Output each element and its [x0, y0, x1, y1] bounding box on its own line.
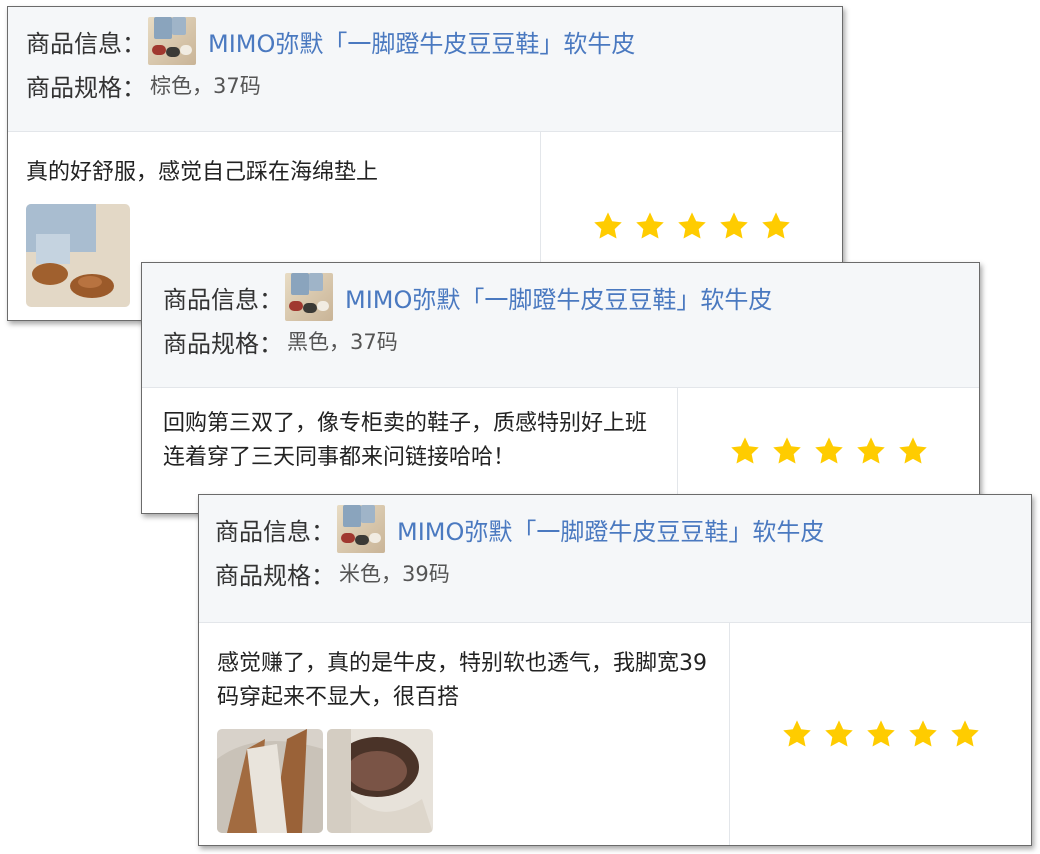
beige-shoe-back-photo[interactable] — [327, 729, 433, 833]
star-icon — [824, 720, 853, 747]
review-text: 感觉赚了，真的是牛皮，特别软也透气，我脚宽39码穿起来不显大，很百搭 — [217, 651, 707, 710]
star-icon — [856, 436, 885, 464]
product-info-label: 商品信息： — [215, 517, 335, 546]
product-title-link[interactable]: MIMO弥默「一脚蹬牛皮豆豆鞋」软牛皮 — [208, 24, 635, 59]
star-icon — [772, 436, 801, 464]
review-text: 回购第三双了，像专柜卖的鞋子，质感特别好上班连着穿了三天同事都来问链接哈哈！ — [163, 411, 648, 470]
review-content: 感觉赚了，真的是牛皮，特别软也透气，我脚宽39码穿起来不显大，很百搭 — [199, 623, 730, 845]
star-icon — [730, 436, 759, 464]
review-card-2: 商品信息： MIMO弥默「一脚蹬牛皮豆豆鞋」软牛皮 商品规格： 黑色，37码 回… — [141, 262, 980, 514]
product-header: 商品信息： MIMO弥默「一脚蹬牛皮豆豆鞋」软牛皮 商品规格： 黑色，37码 — [142, 263, 979, 388]
product-thumbnail[interactable] — [337, 505, 385, 553]
star-icon — [635, 212, 664, 239]
star-icon — [898, 436, 927, 464]
product-spec-label: 商品规格： — [163, 329, 283, 358]
star-icon — [761, 212, 790, 239]
star-icon — [950, 720, 979, 747]
review-card-3: 商品信息： MIMO弥默「一脚蹬牛皮豆豆鞋」软牛皮 商品规格： 米色，39码 感… — [198, 494, 1032, 846]
star-rating — [730, 623, 1031, 845]
product-thumbnail[interactable] — [285, 273, 333, 321]
product-header: 商品信息： MIMO弥默「一脚蹬牛皮豆豆鞋」软牛皮 商品规格： 棕色，37码 — [8, 7, 842, 132]
product-spec-label: 商品规格： — [215, 561, 335, 590]
star-icon — [719, 212, 748, 239]
product-spec-value: 黑色，37码 — [287, 330, 398, 354]
product-thumbnail[interactable] — [148, 17, 196, 65]
star-icon — [908, 720, 937, 747]
brown-shoe-photo[interactable] — [26, 204, 130, 307]
product-info-label: 商品信息： — [26, 29, 146, 58]
star-icon — [782, 720, 811, 747]
star-icon — [677, 212, 706, 239]
product-spec-label: 商品规格： — [26, 73, 146, 102]
star-icon — [593, 212, 622, 239]
product-info-label: 商品信息： — [163, 285, 283, 314]
review-text: 真的好舒服，感觉自己踩在海绵垫上 — [26, 160, 379, 185]
product-title-link[interactable]: MIMO弥默「一脚蹬牛皮豆豆鞋」软牛皮 — [345, 280, 772, 315]
beige-shoe-side-photo[interactable] — [217, 729, 323, 833]
star-icon — [814, 436, 843, 464]
product-spec-value: 棕色，37码 — [150, 74, 261, 98]
star-icon — [866, 720, 895, 747]
product-title-link[interactable]: MIMO弥默「一脚蹬牛皮豆豆鞋」软牛皮 — [397, 512, 824, 547]
product-header: 商品信息： MIMO弥默「一脚蹬牛皮豆豆鞋」软牛皮 商品规格： 米色，39码 — [199, 495, 1031, 623]
product-spec-value: 米色，39码 — [339, 562, 450, 586]
